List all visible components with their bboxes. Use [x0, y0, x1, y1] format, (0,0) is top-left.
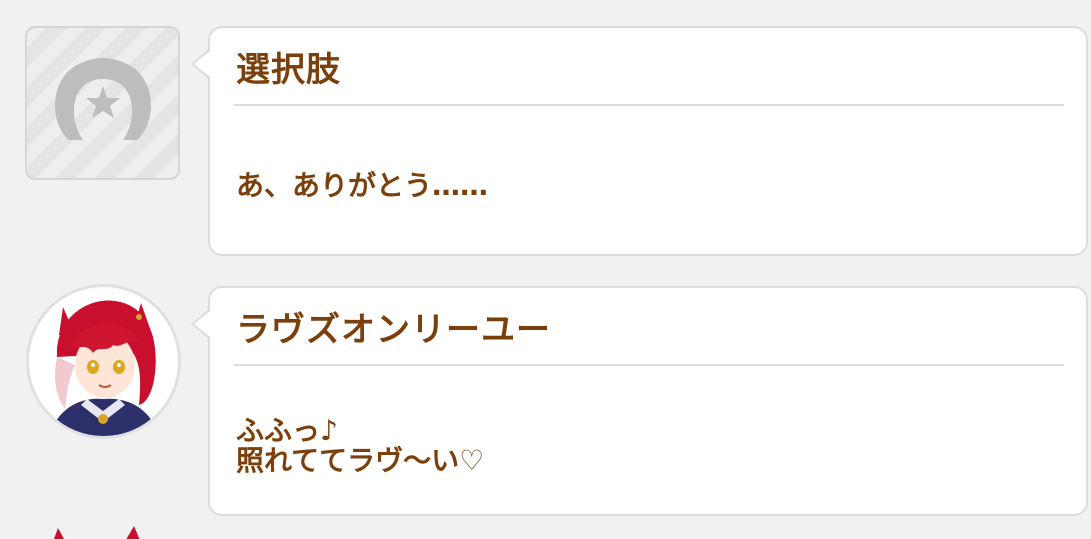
bubble-tail	[191, 48, 211, 80]
message-text: ふふっ♪ 照れててラヴ〜い♡	[236, 414, 485, 477]
character-bubble: ラヴズオンリーユー ふふっ♪ 照れててラヴ〜い♡	[191, 286, 1088, 516]
divider	[234, 104, 1064, 106]
next-avatar-peek	[54, 526, 140, 539]
choice-bubble: 選択肢 あ、ありがとう……	[191, 26, 1088, 256]
divider	[234, 364, 1064, 366]
character-portrait	[29, 287, 177, 436]
conversation-log: 選択肢 あ、ありがとう…… ラヴズオンリーユー ふふっ♪ 照れててラヴ〜い♡	[0, 0, 1091, 539]
speaker-name: ラヴズオンリーユー	[236, 310, 551, 350]
message-text: あ、ありがとう……	[236, 169, 489, 202]
speaker-name: 選択肢	[236, 50, 341, 90]
character-avatar	[26, 284, 181, 439]
bubble-tail	[191, 308, 211, 340]
choice-avatar	[25, 26, 180, 180]
horseshoe-star-icon	[55, 58, 151, 140]
